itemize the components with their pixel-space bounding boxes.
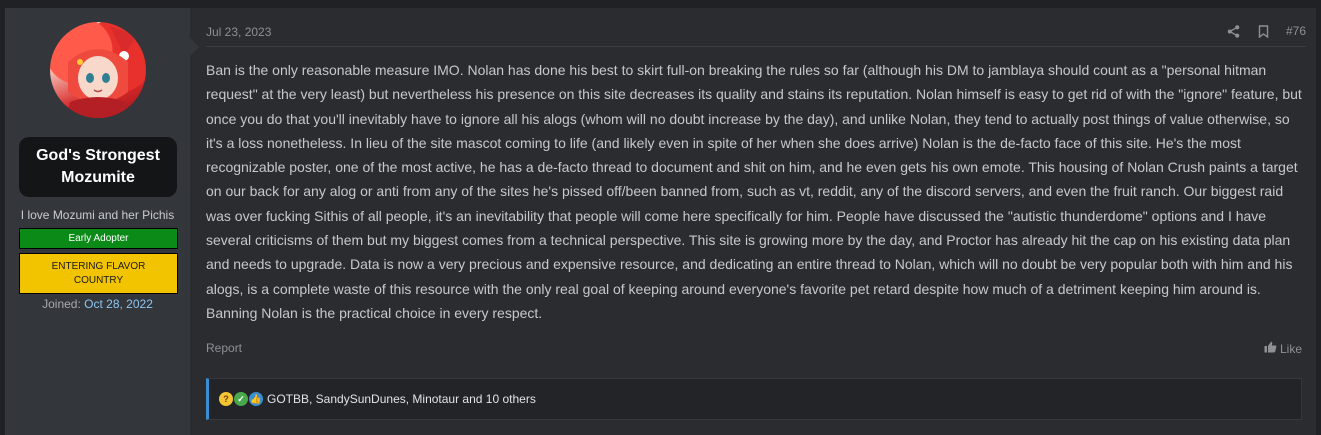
- joined-info: Joined: Oct 28, 2022: [5, 297, 190, 311]
- post-footer: Report Like: [206, 341, 1302, 359]
- user-title: I love Mozumi and her Pichis: [20, 208, 175, 222]
- post-actions: #76: [1226, 23, 1306, 39]
- post-header: Jul 23, 2023 #76: [206, 22, 1306, 47]
- thinking-face-icon: ?: [219, 392, 233, 406]
- username[interactable]: God's Strongest Mozumite: [33, 145, 163, 189]
- reactions-bar: ? ✓ 👍 GOTBB, SandySunDunes, Minotaur and…: [206, 378, 1302, 420]
- banner-flavor-country: ENTERING FLAVOR COUNTRY: [19, 253, 178, 294]
- joined-label: Joined:: [42, 297, 81, 311]
- reactions-list-link[interactable]: GOTBB, SandySunDunes, Minotaur and 10 ot…: [267, 392, 536, 406]
- post-date[interactable]: Jul 23, 2023: [206, 25, 271, 39]
- post-main: Jul 23, 2023 #76 Ban is the only reasona…: [190, 8, 1316, 435]
- avatar-image: [66, 26, 136, 118]
- joined-date: Oct 28, 2022: [84, 297, 153, 311]
- like-button[interactable]: Like: [1264, 341, 1302, 356]
- thumbs-up-icon: 👍: [249, 392, 263, 406]
- banner-early-adopter: Early Adopter: [19, 228, 178, 249]
- forum-post: God's Strongest Mozumite I love Mozumi a…: [5, 8, 1316, 435]
- post-number[interactable]: #76: [1286, 24, 1306, 38]
- username-box[interactable]: God's Strongest Mozumite: [19, 137, 177, 197]
- page: God's Strongest Mozumite I love Mozumi a…: [0, 0, 1321, 435]
- thumbs-up-icon: [1264, 341, 1277, 356]
- post-content: Ban is the only reasonable measure IMO. …: [206, 62, 1302, 321]
- avatar[interactable]: [50, 22, 146, 118]
- share-icon[interactable]: [1226, 23, 1242, 39]
- reaction-icons: ? ✓ 👍: [219, 392, 264, 406]
- bookmark-icon[interactable]: [1256, 23, 1272, 39]
- banner-flavor-country-label: ENTERING FLAVOR COUNTRY: [51, 260, 146, 286]
- report-link[interactable]: Report: [206, 341, 242, 355]
- check-mark-icon: ✓: [234, 392, 248, 406]
- like-label: Like: [1279, 341, 1302, 356]
- user-info-panel: God's Strongest Mozumite I love Mozumi a…: [5, 8, 199, 435]
